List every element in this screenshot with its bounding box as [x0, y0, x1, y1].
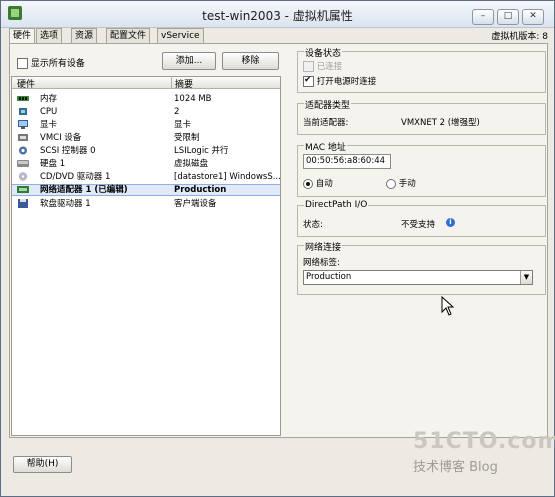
tab-profiles[interactable]: 配置文件 [106, 28, 151, 43]
tab-bar: 硬件 选项 资源 配置文件 vService [9, 28, 554, 44]
hardware-summary: 2 [174, 107, 180, 117]
hardware-summary: 虚拟磁盘 [174, 159, 209, 169]
maximize-button[interactable]: □ [497, 9, 519, 25]
mac-manual-radio[interactable] [386, 178, 396, 189]
table-row[interactable]: CD/DVD 驱动器 1 [datastore1] WindowsS... [12, 171, 280, 183]
harddisk-icon [17, 160, 29, 167]
network-label-value: Production [306, 272, 352, 282]
mac-address-group: MAC 地址 00:50:56:a8:60:44 自动 手动 [297, 140, 546, 197]
floppy-icon [18, 199, 28, 208]
table-row[interactable]: VMCI 设备 受限制 [12, 132, 280, 144]
network-label-select[interactable]: Production ▼ [303, 270, 533, 285]
adapter-type-group: 适配器类型 当前适配器: VMXNET 2 (增强型) [297, 98, 546, 135]
chevron-down-icon[interactable]: ▼ [520, 271, 532, 284]
show-all-devices-label: 显示所有设备 [30, 59, 85, 69]
hardware-summary: LSILogic 并行 [174, 146, 229, 156]
hardware-summary: 客户端设备 [174, 199, 217, 209]
network-connection-group: 网络连接 网络标签: Production ▼ [297, 240, 546, 295]
add-button[interactable]: 添加... [162, 52, 216, 70]
vm-properties-window: test-win2003 - 虚拟机属性 – □ ✕ 硬件 选项 资源 配置文件… [0, 0, 555, 497]
connected-option: 已连接 [303, 60, 342, 72]
device-status-group: 设备状态 已连接 打开电源时连接 [297, 46, 546, 93]
info-icon[interactable]: i [446, 218, 455, 227]
tab-hardware[interactable]: 硬件 [9, 28, 36, 44]
mac-address-title: MAC 地址 [304, 140, 347, 153]
hardware-name: 软盘驱动器 1 [40, 199, 91, 209]
table-row[interactable]: 显卡 显卡 [12, 119, 280, 131]
table-row[interactable]: SCSI 控制器 0 LSILogic 并行 [12, 145, 280, 157]
hardware-summary: [datastore1] WindowsS... [174, 172, 280, 182]
scsi-icon [19, 146, 27, 155]
hardware-name: 网络适配器 1 (已编辑) [40, 185, 128, 195]
mac-manual-label: 手动 [398, 179, 416, 189]
col-summary: 摘要 [175, 80, 194, 90]
hardware-summary: 显卡 [174, 120, 192, 130]
table-row[interactable]: 软盘驱动器 1 客户端设备 [12, 198, 280, 210]
connected-checkbox [303, 61, 314, 72]
show-all-devices-option[interactable]: 显示所有设备 [17, 56, 85, 69]
mac-manual-option[interactable]: 手动 [386, 177, 416, 189]
mac-address-field[interactable]: 00:50:56:a8:60:44 [303, 154, 391, 169]
current-adapter-label: 当前适配器: [303, 118, 349, 128]
help-button[interactable]: 帮助(H) [13, 456, 72, 473]
hardware-name: CPU [40, 107, 58, 117]
directpath-group: DirectPath I/O 状态: 不受支持 i [297, 200, 546, 237]
hardware-name: VMCI 设备 [40, 133, 82, 143]
title-bar: test-win2003 - 虚拟机属性 – □ ✕ [1, 1, 554, 28]
table-row[interactable]: CPU 2 [12, 106, 280, 118]
network-label-text: 网络标签: [303, 258, 340, 268]
vm-version-label: 虚拟机版本: 8 [491, 32, 548, 42]
hardware-name: SCSI 控制器 0 [40, 146, 96, 156]
hardware-name: CD/DVD 驱动器 1 [40, 172, 111, 182]
hardware-summary: 1024 MB [174, 94, 212, 104]
table-row[interactable]: 网络适配器 1 (已编辑) Production [12, 184, 280, 196]
tab-options[interactable]: 选项 [36, 28, 63, 43]
current-adapter-value: VMXNET 2 (增强型) [401, 118, 480, 128]
hardware-summary: 受限制 [174, 133, 200, 143]
connect-on-power-option[interactable]: 打开电源时连接 [303, 75, 376, 87]
directpath-title: DirectPath I/O [304, 200, 369, 210]
hardware-summary: Production [174, 185, 227, 195]
watermark-subtitle: 技术博客 Blog [413, 460, 498, 475]
col-hardware: 硬件 [17, 80, 36, 90]
connected-label: 已连接 [316, 62, 343, 72]
hardware-table: 硬件 摘要 内存 1024 MB CPU 2 显卡 显卡 VMCI 设备 受限制… [11, 76, 281, 436]
network-connection-title: 网络连接 [304, 240, 343, 253]
watermark-logo: 51CTO.com [413, 429, 555, 454]
hardware-name: 硬盘 1 [40, 159, 66, 169]
mac-auto-radio[interactable] [303, 178, 313, 189]
hardware-name: 内存 [40, 94, 58, 104]
minimize-button[interactable]: – [472, 9, 494, 25]
cdrom-icon [18, 172, 28, 181]
mac-auto-label: 自动 [315, 179, 333, 189]
table-row[interactable]: 硬盘 1 虚拟磁盘 [12, 158, 280, 170]
table-row[interactable]: 内存 1024 MB [12, 93, 280, 105]
mouse-cursor-icon [441, 296, 455, 316]
cpu-icon [19, 108, 27, 115]
device-status-title: 设备状态 [304, 46, 343, 59]
hardware-name: 显卡 [40, 120, 58, 130]
mac-auto-option[interactable]: 自动 [303, 177, 333, 189]
show-all-devices-checkbox[interactable] [17, 58, 28, 69]
display-icon [18, 120, 28, 129]
memory-icon [17, 96, 29, 101]
close-button[interactable]: ✕ [522, 9, 544, 25]
network-adapter-icon [17, 186, 29, 193]
hardware-table-header: 硬件 摘要 [12, 76, 280, 90]
connect-on-power-checkbox[interactable] [303, 75, 314, 87]
remove-button[interactable]: 移除 [222, 52, 279, 70]
connect-on-power-label: 打开电源时连接 [316, 77, 377, 87]
adapter-type-title: 适配器类型 [304, 98, 352, 111]
vmci-icon [18, 134, 28, 141]
directpath-status-label: 状态: [303, 220, 323, 230]
tab-resources[interactable]: 资源 [71, 28, 98, 43]
directpath-status-value: 不受支持 [401, 220, 436, 230]
tab-vservice[interactable]: vService [157, 28, 204, 43]
